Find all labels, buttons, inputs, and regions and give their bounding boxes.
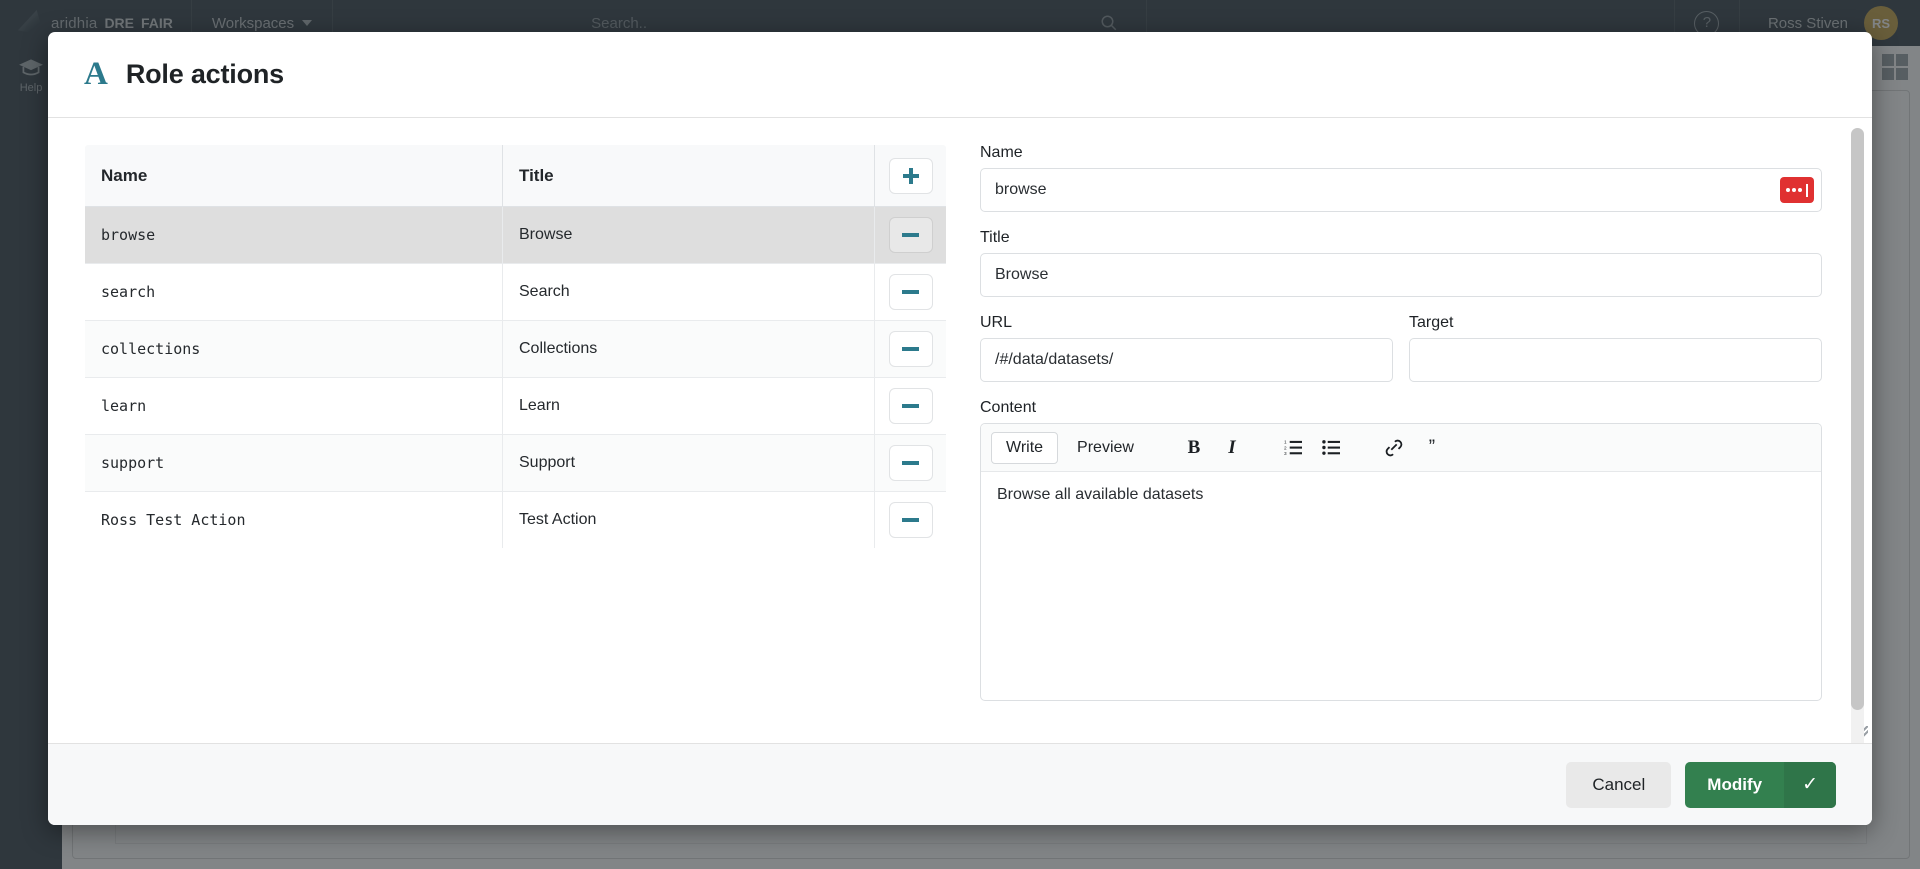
plus-icon [903,168,919,184]
cell-actions [875,264,947,321]
minus-icon [902,518,919,522]
table-header-row: Name Title [85,145,947,207]
italic-button[interactable]: I [1215,432,1249,464]
table-head: Name Title [85,145,947,207]
table-row[interactable]: learn Learn [85,378,947,435]
name-input-wrapper: browse [980,168,1822,212]
cell-name: learn [85,378,503,435]
remove-action-button[interactable] [889,445,933,481]
role-icon: A [84,58,108,91]
add-action-button[interactable] [889,158,933,194]
cell-actions [875,435,947,492]
cell-actions [875,321,947,378]
target-input[interactable] [1409,338,1822,382]
cell-name: search [85,264,503,321]
label-target: Target [1409,314,1822,332]
modify-button[interactable]: Modify ✓ [1685,762,1836,808]
remove-action-button[interactable] [889,502,933,538]
dialog-body: Name Title browse Browse [48,118,1872,743]
field-url-target-row: URL /#/data/datasets/ Target [980,314,1822,382]
minus-icon [902,404,919,408]
field-target: Target [1409,314,1822,382]
cell-title: Search [503,264,875,321]
table-row[interactable]: collections Collections [85,321,947,378]
cell-title: Browse [503,207,875,264]
field-title: Title Browse [980,229,1822,297]
modify-button-label: Modify [1685,775,1784,795]
field-name: Name browse [980,144,1822,212]
editor-toolbar: Write Preview B I 1 2 3 [981,424,1821,472]
tab-preview[interactable]: Preview [1062,432,1149,464]
cell-title: Test Action [503,492,875,549]
minus-icon [902,347,919,351]
table-row[interactable]: browse Browse [85,207,947,264]
title-input[interactable]: Browse [980,253,1822,297]
markdown-editor: Write Preview B I 1 2 3 [980,423,1822,701]
quote-button[interactable]: ” [1415,432,1449,464]
tab-write[interactable]: Write [991,432,1058,464]
remove-action-button[interactable] [889,388,933,424]
name-input[interactable]: browse [980,168,1822,212]
label-url: URL [980,314,1393,332]
remove-action-button[interactable] [889,274,933,310]
actions-table: Name Title browse Browse [84,144,947,549]
unordered-list-button[interactable] [1315,432,1349,464]
actions-table-pane: Name Title browse Browse [84,144,946,743]
dialog-title: Role actions [126,59,284,90]
cell-name: support [85,435,503,492]
label-name: Name [980,144,1822,162]
table-body: browse Browse search Search [85,207,947,549]
cell-title: Support [503,435,875,492]
role-actions-dialog: A Role actions Name Title [48,32,1872,825]
minus-icon [902,290,919,294]
link-button[interactable] [1377,432,1411,464]
unordered-list-icon [1322,439,1341,456]
remove-action-button[interactable] [889,331,933,367]
dialog-scrollbar[interactable] [1851,128,1864,743]
cell-actions [875,492,947,549]
table-row[interactable]: Ross Test Action Test Action [85,492,947,549]
column-header-title: Title [503,145,875,207]
cell-name: collections [85,321,503,378]
table-row[interactable]: support Support [85,435,947,492]
url-input[interactable]: /#/data/datasets/ [980,338,1393,382]
bold-button[interactable]: B [1177,432,1211,464]
field-content: Content Write Preview B I 1 2 [980,399,1822,701]
cell-name: browse [85,207,503,264]
scrollbar-thumb[interactable] [1851,128,1864,710]
cell-title: Learn [503,378,875,435]
minus-icon [902,233,919,237]
svg-text:1: 1 [1285,440,1288,446]
minus-icon [902,461,919,465]
remove-action-button[interactable] [889,217,933,253]
cell-title: Collections [503,321,875,378]
link-icon [1384,439,1404,457]
label-title: Title [980,229,1822,247]
dialog-header: A Role actions [48,32,1872,118]
table-row[interactable]: search Search [85,264,947,321]
dialog-footer: Cancel Modify ✓ [48,743,1872,825]
cell-actions [875,207,947,264]
column-header-name: Name [85,145,503,207]
action-detail-form: Name browse Title Browse URL /#/data/dat… [980,144,1836,743]
cell-actions [875,378,947,435]
label-content: Content [980,399,1822,417]
ordered-list-icon: 1 2 3 [1284,439,1303,456]
ordered-list-button[interactable]: 1 2 3 [1277,432,1311,464]
svg-text:2: 2 [1285,445,1288,451]
check-icon: ✓ [1784,762,1836,808]
column-header-actions [875,145,947,207]
content-textarea[interactable]: Browse all available datasets [981,472,1821,700]
ellipsis-cursor-icon[interactable] [1780,177,1814,203]
svg-text:3: 3 [1285,451,1288,456]
cancel-button[interactable]: Cancel [1566,762,1671,808]
cell-name: Ross Test Action [85,492,503,549]
field-url: URL /#/data/datasets/ [980,314,1393,382]
